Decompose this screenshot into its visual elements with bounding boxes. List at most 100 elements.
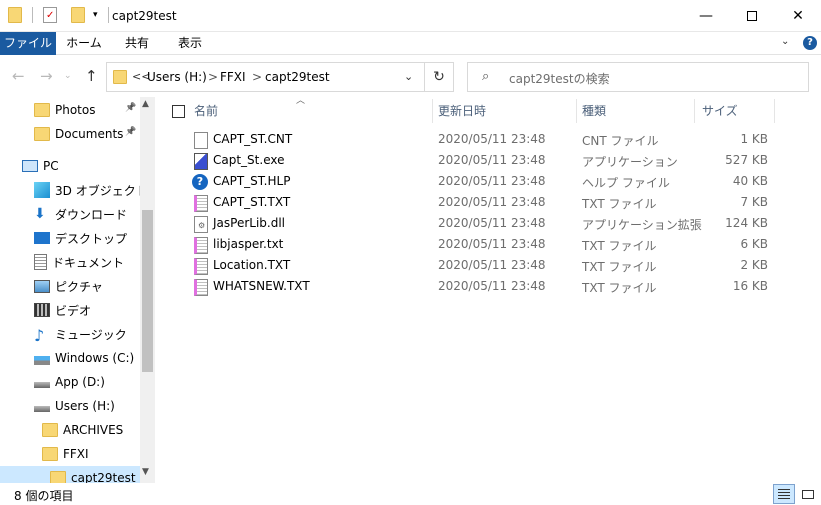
table-row[interactable]: CAPT_ST.TXT 2020/05/11 23:48 TXT ファイル 7 KB	[164, 192, 784, 213]
title-bar: ✓ ▾ capt29test — ✕	[0, 0, 821, 32]
file-size: 124 KB	[725, 216, 768, 230]
close-icon: ✕	[792, 8, 804, 24]
column-divider[interactable]	[694, 99, 695, 123]
file-name: libjasper.txt	[213, 237, 284, 251]
file-date: 2020/05/11 23:48	[438, 237, 546, 251]
table-row[interactable]: libjasper.txt 2020/05/11 23:48 TXT ファイル 6 K…	[164, 234, 784, 255]
sidebar-item-label: ARCHIVES	[63, 423, 124, 437]
chevron-down-icon[interactable]: ⌄	[404, 70, 413, 83]
sidebar-item-label: capt29test	[71, 471, 136, 483]
table-row[interactable]: Location.TXT 2020/05/11 23:48 TXT ファイル 2 KB	[164, 255, 784, 276]
breadcrumb-capt29test[interactable]: capt29test	[265, 70, 330, 84]
file-type: CNT ファイル	[582, 134, 659, 148]
item-count: 8 個の項目	[14, 489, 74, 503]
file-date: 2020/05/11 23:48	[438, 258, 546, 272]
sidebar-item[interactable]: デスクトップ	[0, 226, 140, 250]
tab-home[interactable]: ホーム	[58, 32, 110, 55]
pc-icon	[22, 160, 38, 172]
tab-share[interactable]: 共有	[114, 32, 160, 55]
table-row[interactable]: ⚙ JasPerLib.dll 2020/05/11 23:48 アプリケーション拡張…	[164, 213, 784, 234]
column-divider[interactable]	[432, 99, 433, 123]
select-all-checkbox[interactable]	[172, 105, 185, 118]
column-divider[interactable]	[774, 99, 775, 123]
sidebar-item-label: ピクチャ	[55, 279, 103, 294]
breadcrumb-separator: >	[252, 70, 263, 84]
new-folder-icon[interactable]	[71, 7, 85, 23]
minimize-button[interactable]: —	[683, 0, 729, 32]
properties-icon[interactable]: ✓	[43, 7, 57, 23]
sidebar-scroll-thumb[interactable]	[142, 210, 153, 372]
scroll-down-icon[interactable]: ▼	[142, 467, 149, 477]
file-name: CAPT_ST.HLP	[213, 174, 291, 188]
sidebar-item-label: ドキュメント	[52, 255, 125, 270]
sidebar-item-label: PC	[43, 159, 59, 173]
sidebar-item[interactable]: capt29test	[0, 466, 140, 483]
sidebar-item[interactable]: Users (H:)	[0, 394, 140, 418]
file-size: 6 KB	[740, 237, 768, 251]
refresh-button[interactable]: ↻	[424, 62, 454, 92]
chevron-down-icon[interactable]: ⌄	[781, 36, 789, 47]
exe-icon	[194, 153, 208, 170]
column-header-type[interactable]: 種類	[582, 97, 606, 125]
details-view-icon	[778, 489, 790, 499]
recent-locations-icon[interactable]: ⌄	[64, 71, 72, 81]
up-button[interactable]: ↑	[85, 67, 98, 85]
file-name: CAPT_ST.CNT	[213, 132, 293, 146]
back-button[interactable]: ←	[12, 67, 25, 85]
table-row[interactable]: CAPT_ST.CNT 2020/05/11 23:48 CNT ファイル 1 KB	[164, 129, 784, 150]
sidebar-item[interactable]: ♪ ミュージック	[0, 322, 140, 346]
address-bar[interactable]: << Users (H:) > FFXI > capt29test ⌄	[106, 62, 425, 92]
file-date: 2020/05/11 23:48	[438, 174, 546, 188]
drive-icon	[34, 406, 50, 412]
table-row[interactable]: ? CAPT_ST.HLP 2020/05/11 23:48 ヘルプ ファイル 40 K…	[164, 171, 784, 192]
txt-icon	[194, 258, 208, 275]
column-header-date[interactable]: 更新日時	[438, 97, 486, 125]
help-icon[interactable]: ?	[803, 36, 817, 50]
column-divider[interactable]	[576, 99, 577, 123]
file-size: 7 KB	[740, 195, 768, 209]
breadcrumb-users[interactable]: Users (H:)	[147, 70, 207, 84]
txt-icon	[194, 195, 208, 212]
search-icon: ⌕	[482, 69, 490, 84]
breadcrumb-ffxi[interactable]: FFXI	[220, 70, 246, 84]
refresh-icon: ↻	[433, 69, 445, 85]
sidebar-item[interactable]: Photos 📌	[0, 98, 140, 122]
sidebar-item[interactable]: ピクチャ	[0, 274, 140, 298]
column-header-name[interactable]: 名前	[194, 97, 218, 125]
video-icon	[34, 303, 50, 317]
table-row[interactable]: Capt_St.exe 2020/05/11 23:48 アプリケーション 527 K…	[164, 150, 784, 171]
pictures-icon	[34, 279, 50, 293]
column-header-size[interactable]: サイズ	[702, 97, 738, 125]
chevron-down-icon[interactable]: ▾	[93, 10, 98, 20]
file-date: 2020/05/11 23:48	[438, 195, 546, 209]
sidebar-item-label: ミュージック	[55, 327, 127, 342]
folder-icon	[50, 471, 66, 483]
sidebar-item[interactable]: ドキュメント	[0, 250, 140, 274]
sidebar-item[interactable]: Documents 📌	[0, 122, 140, 146]
sidebar-item[interactable]: PC	[0, 154, 140, 178]
tab-file[interactable]: ファイル	[0, 32, 56, 55]
sidebar-item[interactable]: Windows (C:)	[0, 346, 140, 370]
sidebar-item[interactable]: App (D:)	[0, 370, 140, 394]
search-box[interactable]: ⌕ capt29testの検索	[467, 62, 809, 92]
sidebar-item[interactable]: ARCHIVES	[0, 418, 140, 442]
dll-icon: ⚙	[194, 216, 208, 233]
sidebar-item[interactable]: 3D オブジェクト	[0, 178, 148, 202]
folder-icon	[42, 447, 58, 461]
sidebar-item[interactable]: FFXI	[0, 442, 140, 466]
navigation-pane: Photos 📌 Documents 📌 PC 3D オブジェクト ⬇ ダウンロード デスクトッ…	[0, 97, 155, 483]
forward-button[interactable]: →	[40, 67, 53, 85]
sidebar-item[interactable]: ⬇ ダウンロード	[0, 202, 140, 226]
large-icons-view-button[interactable]	[798, 484, 818, 504]
tab-view[interactable]: 表示	[166, 32, 214, 55]
music-icon: ♪	[34, 326, 45, 345]
close-button[interactable]: ✕	[775, 0, 821, 32]
maximize-button[interactable]	[729, 0, 775, 32]
file-name: JasPerLib.dll	[213, 216, 286, 230]
scroll-up-icon[interactable]: ▲	[142, 99, 149, 109]
details-view-button[interactable]	[773, 484, 795, 504]
sidebar-item[interactable]: ビデオ	[0, 298, 140, 322]
sidebar-item-label: ダウンロード	[55, 207, 128, 222]
table-row[interactable]: WHATSNEW.TXT 2020/05/11 23:48 TXT ファイル 16 K…	[164, 276, 784, 297]
file-size: 1 KB	[740, 132, 768, 146]
